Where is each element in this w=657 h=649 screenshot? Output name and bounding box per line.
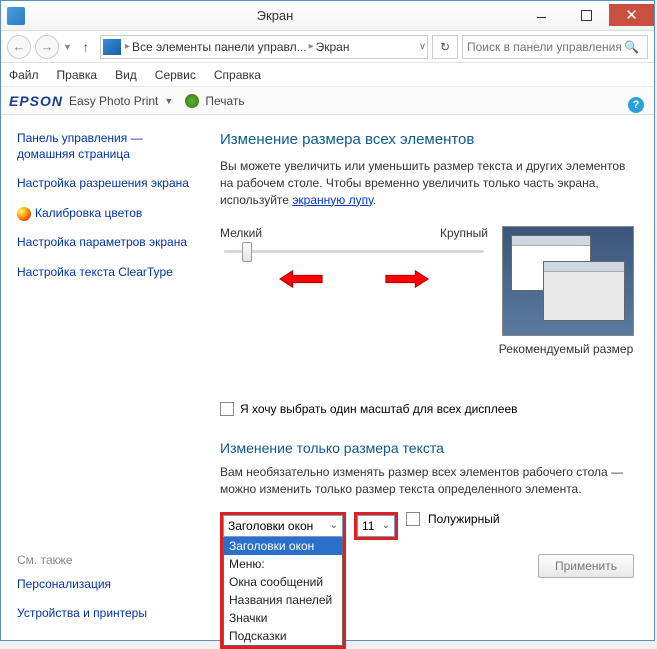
sidebar-link-resolution[interactable]: Настройка разрешения экрана [17, 176, 196, 192]
slider-min-label: Мелкий [220, 226, 262, 240]
epson-logo: EPSON [9, 93, 63, 109]
element-select-wrap: Заголовки окон ⌄ Заголовки окон Меню: Ок… [220, 512, 346, 649]
size-slider-row: Мелкий Крупный [220, 226, 634, 356]
search-icon: 🔍 [624, 40, 639, 54]
recent-dropdown[interactable]: ▼ [63, 42, 72, 52]
chevron-down-icon[interactable]: ▼ [164, 96, 173, 106]
chevron-down-icon: ⌄ [330, 520, 338, 531]
single-scale-row: Я хочу выбрать один масштаб для всех дис… [220, 402, 634, 416]
control-panel-window: Экран ✕ ← → ▼ ↑ ▸ Все элементы панели уп… [0, 0, 655, 641]
select-option[interactable]: Заголовки окон [224, 537, 342, 555]
sidebar-link-devices[interactable]: Устройства и принтеры [17, 606, 147, 622]
print-icon [185, 94, 199, 108]
back-button[interactable]: ← [7, 35, 31, 59]
menu-bar: Файл Правка Вид Сервис Справка [1, 63, 654, 87]
bold-label: Полужирный [428, 512, 500, 526]
slider-thumb[interactable] [242, 242, 252, 262]
sidebar-link-cleartype[interactable]: Настройка текста ClearType [17, 265, 196, 281]
titlebar: Экран ✕ [1, 1, 654, 31]
chevron-down-icon: ⌄ [382, 520, 390, 531]
chevron-right-icon: ▸ [125, 41, 130, 52]
element-select[interactable]: Заголовки окон ⌄ [223, 515, 343, 537]
menu-help[interactable]: Справка [214, 68, 261, 82]
search-box[interactable]: 🔍 [462, 35, 648, 59]
preview-image [502, 226, 634, 336]
breadcrumb-box[interactable]: ▸ Все элементы панели управл... ▸ Экран … [100, 35, 428, 59]
magnifier-link[interactable]: экранную лупу [292, 193, 373, 207]
window-title: Экран [31, 8, 519, 23]
menu-edit[interactable]: Правка [57, 68, 98, 82]
sidebar-link-calibration[interactable]: Калибровка цветов [17, 206, 196, 222]
select-option[interactable]: Названия панелей [224, 591, 342, 609]
chevron-down-icon[interactable]: v [420, 41, 425, 52]
bold-checkbox[interactable] [406, 512, 420, 526]
slider-block: Мелкий Крупный [220, 226, 488, 290]
see-also-heading: См. также [17, 553, 147, 567]
heading-text-only: Изменение только размера текста [220, 440, 634, 456]
menu-service[interactable]: Сервис [155, 68, 196, 82]
preview-block: Рекомендуемый размер [498, 226, 634, 356]
help-icon[interactable]: ? [628, 97, 644, 113]
epson-text[interactable]: Easy Photo Print [69, 94, 158, 108]
size-select-wrap: 11 ⌄ [354, 512, 398, 540]
size-value: 11 [362, 519, 374, 533]
up-button[interactable]: ↑ [76, 37, 96, 57]
select-value: Заголовки окон [228, 519, 313, 533]
description-text-2: Вам необязательно изменять размер всех э… [220, 464, 634, 498]
breadcrumb-item[interactable]: Все элементы панели управл... [132, 40, 307, 54]
system-icon [7, 7, 25, 25]
maximize-button[interactable] [564, 4, 609, 26]
heading-resize-all: Изменение размера всех элементов [220, 131, 634, 148]
menu-view[interactable]: Вид [115, 68, 137, 82]
forward-button[interactable]: → [35, 35, 59, 59]
sidebar: Панель управления — домашняя страница На… [1, 115, 206, 640]
sidebar-item-label: Калибровка цветов [35, 206, 142, 222]
control-panel-icon [103, 39, 121, 55]
annotation-arrows [220, 268, 488, 290]
select-option[interactable]: Окна сообщений [224, 573, 342, 591]
size-slider[interactable] [224, 242, 484, 260]
print-button[interactable]: Печать [205, 94, 244, 108]
search-input[interactable] [467, 40, 624, 54]
single-scale-label: Я хочу выбрать один масштаб для всех дис… [240, 402, 518, 416]
chevron-right-icon: ▸ [309, 41, 314, 52]
refresh-button[interactable]: ↻ [432, 35, 458, 59]
sidebar-see-also: См. также Персонализация Устройства и пр… [17, 553, 147, 622]
sidebar-link-personalization[interactable]: Персонализация [17, 577, 147, 593]
text-size-controls: Заголовки окон ⌄ Заголовки окон Меню: Ок… [220, 512, 634, 649]
description-text: Вы можете увеличить или уменьшить размер… [220, 158, 634, 208]
preview-window-icon [543, 261, 625, 321]
select-option[interactable]: Значки [224, 609, 342, 627]
epson-toolbar: EPSON Easy Photo Print ▼ Печать [1, 87, 654, 115]
arrow-right-icon [384, 268, 430, 290]
desc-part: Вы можете увеличить или уменьшить размер… [220, 159, 625, 207]
shield-icon [17, 207, 31, 221]
minimize-button[interactable] [519, 4, 564, 26]
window-controls: ✕ [519, 5, 654, 26]
body: Панель управления — домашняя страница На… [1, 115, 654, 640]
slider-max-label: Крупный [440, 226, 488, 240]
element-select-dropdown: Заголовки окон Меню: Окна сообщений Назв… [223, 537, 343, 646]
preview-caption: Рекомендуемый размер [498, 342, 634, 356]
sidebar-link-home[interactable]: Панель управления — домашняя страница [17, 131, 196, 162]
menu-file[interactable]: Файл [9, 68, 39, 82]
apply-button[interactable]: Применить [538, 554, 634, 578]
select-option[interactable]: Меню: [224, 555, 342, 573]
breadcrumb-item[interactable]: Экран [316, 40, 350, 54]
select-option[interactable]: Подсказки [224, 627, 342, 645]
main-content: Изменение размера всех элементов Вы може… [206, 115, 654, 640]
close-button[interactable]: ✕ [609, 4, 654, 26]
slider-labels: Мелкий Крупный [220, 226, 488, 240]
sidebar-link-params[interactable]: Настройка параметров экрана [17, 235, 196, 251]
address-bar: ← → ▼ ↑ ▸ Все элементы панели управл... … [1, 31, 654, 63]
arrow-left-icon [278, 268, 324, 290]
slider-track [224, 250, 484, 253]
single-scale-checkbox[interactable] [220, 402, 234, 416]
font-size-select[interactable]: 11 ⌄ [357, 515, 395, 537]
